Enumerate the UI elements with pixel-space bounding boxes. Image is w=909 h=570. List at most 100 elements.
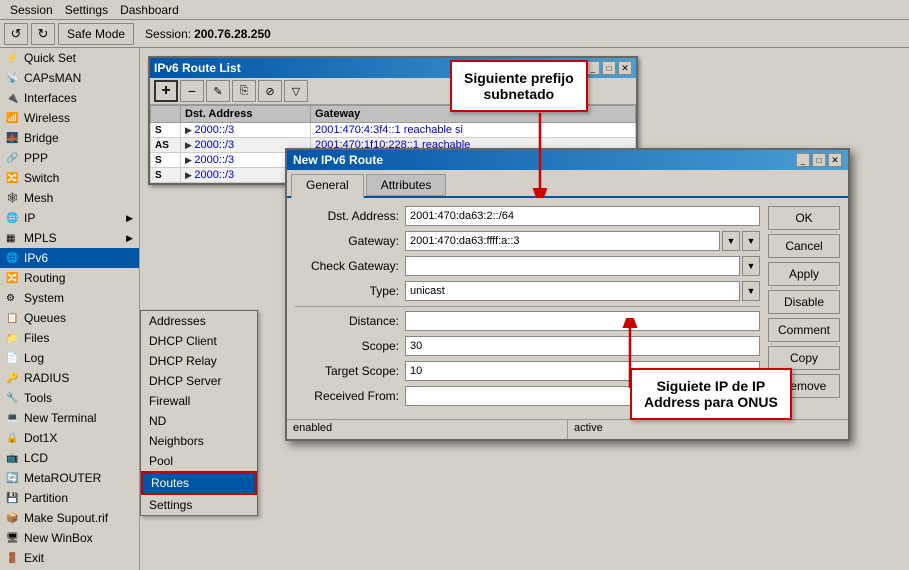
new-winbox-icon: 🖥 bbox=[6, 533, 20, 544]
dialog-minimize-btn[interactable]: _ bbox=[796, 153, 810, 167]
sidebar-item-system[interactable]: ⚙ System bbox=[0, 288, 139, 308]
gateway-add-btn[interactable]: ▼ bbox=[742, 231, 760, 251]
main-layout: ⚡ Quick Set 📡 CAPsMAN 🔌 Interfaces 📶 Wir… bbox=[0, 48, 909, 570]
ipv6-submenu: Addresses DHCP Client DHCP Relay DHCP Se… bbox=[140, 310, 258, 516]
sidebar-item-ipv6[interactable]: 🌐 IPv6 bbox=[0, 248, 139, 268]
sidebar-item-quick-set[interactable]: ⚡ Quick Set bbox=[0, 48, 139, 68]
sidebar-item-wireless[interactable]: 📶 Wireless bbox=[0, 108, 139, 128]
menu-settings[interactable]: Settings bbox=[59, 2, 114, 18]
sidebar-item-make-supout[interactable]: 📦 Make Supout.rif bbox=[0, 508, 139, 528]
sidebar-item-interfaces[interactable]: 🔌 Interfaces bbox=[0, 88, 139, 108]
sidebar-item-dot1x[interactable]: 🔒 Dot1X bbox=[0, 428, 139, 448]
check-gateway-input[interactable] bbox=[405, 256, 740, 276]
undo-button[interactable]: ↺ bbox=[4, 23, 28, 45]
dst-address-row: Dst. Address: bbox=[295, 206, 760, 226]
disable-route-btn[interactable]: ⊘ bbox=[258, 80, 282, 102]
route-list-window-buttons: _ □ ✕ bbox=[586, 61, 632, 75]
sidebar-item-metarouter[interactable]: 🔄 MetaROUTER bbox=[0, 468, 139, 488]
make-supout-icon: 📦 bbox=[6, 513, 20, 524]
check-gateway-label: Check Gateway: bbox=[295, 259, 405, 273]
sidebar-item-mpls[interactable]: ▦ MPLS ▶ bbox=[0, 228, 139, 248]
submenu-item-nd[interactable]: ND bbox=[141, 411, 257, 431]
switch-icon: 🔀 bbox=[6, 173, 20, 184]
disable-button[interactable]: Disable bbox=[768, 290, 840, 314]
redo-button[interactable]: ↻ bbox=[31, 23, 55, 45]
metarouter-icon: 🔄 bbox=[6, 473, 20, 484]
remove-route-btn[interactable]: − bbox=[180, 80, 204, 102]
sidebar-item-ip[interactable]: 🌐 IP ▶ bbox=[0, 208, 139, 228]
type-input[interactable] bbox=[405, 281, 740, 301]
gateway-row: Gateway: ▼ ▼ bbox=[295, 231, 760, 251]
sidebar-item-routing[interactable]: 🔀 Routing bbox=[0, 268, 139, 288]
submenu-item-firewall[interactable]: Firewall bbox=[141, 391, 257, 411]
filter-route-btn[interactable]: ▽ bbox=[284, 80, 308, 102]
sidebar-item-files[interactable]: 📁 Files bbox=[0, 328, 139, 348]
gateway-input[interactable] bbox=[405, 231, 720, 251]
submenu-item-dhcp-relay[interactable]: DHCP Relay bbox=[141, 351, 257, 371]
submenu-item-dhcp-server[interactable]: DHCP Server bbox=[141, 371, 257, 391]
partition-icon: 💾 bbox=[6, 493, 20, 504]
scope-input[interactable] bbox=[405, 336, 760, 356]
col-flag[interactable] bbox=[151, 106, 181, 123]
submenu-item-addresses[interactable]: Addresses bbox=[141, 311, 257, 331]
sidebar-item-mesh[interactable]: 🕸 Mesh bbox=[0, 188, 139, 208]
tab-general[interactable]: General bbox=[291, 174, 364, 198]
bridge-icon: 🌉 bbox=[6, 133, 20, 144]
submenu-item-neighbors[interactable]: Neighbors bbox=[141, 431, 257, 451]
sidebar-item-queues[interactable]: 📋 Queues bbox=[0, 308, 139, 328]
type-dropdown-btn[interactable]: ▼ bbox=[742, 281, 760, 301]
sidebar-item-capsman[interactable]: 📡 CAPsMAN bbox=[0, 68, 139, 88]
cancel-button[interactable]: Cancel bbox=[768, 234, 840, 258]
sidebar-item-radius[interactable]: 🔑 RADIUS bbox=[0, 368, 139, 388]
lcd-icon: 📺 bbox=[6, 453, 20, 464]
dst-address-input[interactable] bbox=[405, 206, 760, 226]
sidebar-item-partition[interactable]: 💾 Partition bbox=[0, 488, 139, 508]
sidebar-item-switch[interactable]: 🔀 Switch bbox=[0, 168, 139, 188]
type-label: Type: bbox=[295, 284, 405, 298]
submenu-item-settings[interactable]: Settings bbox=[141, 495, 257, 515]
sidebar-item-new-terminal[interactable]: 💻 New Terminal bbox=[0, 408, 139, 428]
ppp-icon: 🔗 bbox=[6, 153, 20, 164]
sidebar-item-log[interactable]: 📄 Log bbox=[0, 348, 139, 368]
sidebar-item-ppp[interactable]: 🔗 PPP bbox=[0, 148, 139, 168]
distance-input[interactable] bbox=[405, 311, 760, 331]
check-gateway-dropdown-btn[interactable]: ▼ bbox=[742, 256, 760, 276]
dialog-status-active: active bbox=[568, 420, 848, 439]
distance-label: Distance: bbox=[295, 314, 405, 328]
dialog-maximize-btn[interactable]: □ bbox=[812, 153, 826, 167]
sidebar-item-lcd[interactable]: 📺 LCD bbox=[0, 448, 139, 468]
dialog-close-btn[interactable]: ✕ bbox=[828, 153, 842, 167]
route-list-minimize-btn[interactable]: _ bbox=[586, 61, 600, 75]
submenu-item-dhcp-client[interactable]: DHCP Client bbox=[141, 331, 257, 351]
table-row[interactable]: S ▶ 2000::/3 2001:470:4:3f4::1 reachable… bbox=[151, 123, 636, 138]
copy-route-btn[interactable]: ⎘ bbox=[232, 80, 256, 102]
system-icon: ⚙ bbox=[6, 293, 20, 304]
menu-session[interactable]: Session bbox=[4, 2, 59, 18]
edit-route-btn[interactable]: ✎ bbox=[206, 80, 230, 102]
submenu-item-routes[interactable]: Routes bbox=[141, 471, 257, 495]
sidebar-item-new-winbox[interactable]: 🖥 New WinBox bbox=[0, 528, 139, 548]
dialog-statusbar: enabled active bbox=[287, 419, 848, 439]
apply-button[interactable]: Apply bbox=[768, 262, 840, 286]
col-dst[interactable]: Dst. Address bbox=[181, 106, 311, 123]
sidebar-item-exit[interactable]: 🚪 Exit bbox=[0, 548, 139, 568]
route-list-maximize-btn[interactable]: □ bbox=[602, 61, 616, 75]
mesh-icon: 🕸 bbox=[6, 193, 20, 204]
route-list-close-btn[interactable]: ✕ bbox=[618, 61, 632, 75]
menu-dashboard[interactable]: Dashboard bbox=[114, 2, 185, 18]
safe-mode-button[interactable]: Safe Mode bbox=[58, 23, 134, 45]
copy-button[interactable]: Copy bbox=[768, 346, 840, 370]
callout-bottom: Siguiete IP de IP Address para ONUS bbox=[630, 368, 792, 420]
gateway-dropdown-btn[interactable]: ▼ bbox=[722, 231, 740, 251]
tab-attributes[interactable]: Attributes bbox=[366, 174, 447, 196]
add-route-btn[interactable]: + bbox=[154, 80, 178, 102]
mpls-expand-icon: ▶ bbox=[126, 233, 133, 244]
comment-button[interactable]: Comment bbox=[768, 318, 840, 342]
submenu-item-pool[interactable]: Pool bbox=[141, 451, 257, 471]
tools-icon: 🔧 bbox=[6, 393, 20, 404]
target-scope-label: Target Scope: bbox=[295, 364, 405, 378]
sidebar-item-tools[interactable]: 🔧 Tools bbox=[0, 388, 139, 408]
ok-button[interactable]: OK bbox=[768, 206, 840, 230]
dialog-titlebar: New IPv6 Route _ □ ✕ bbox=[287, 150, 848, 170]
sidebar-item-bridge[interactable]: 🌉 Bridge bbox=[0, 128, 139, 148]
